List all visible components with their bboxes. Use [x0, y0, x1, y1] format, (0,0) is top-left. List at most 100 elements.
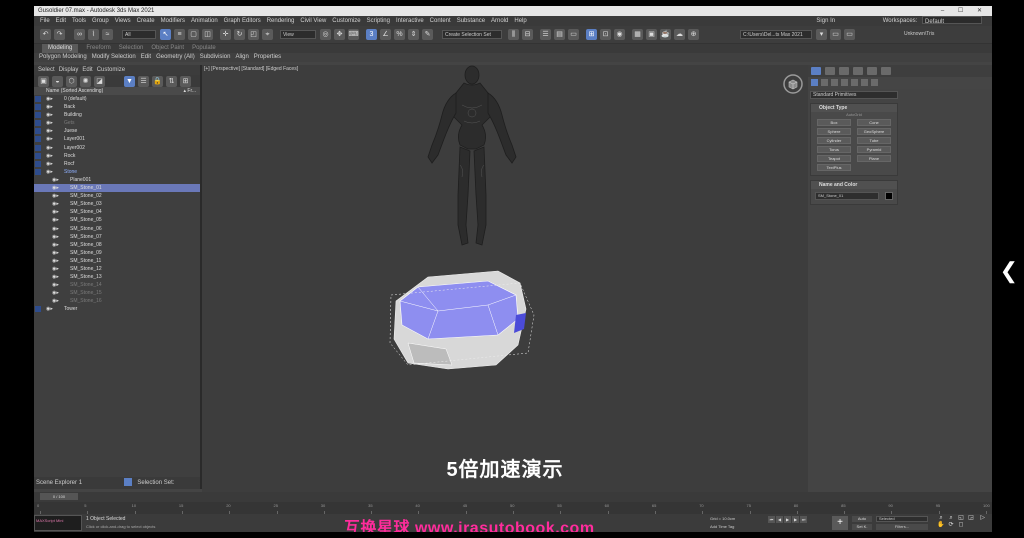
bind-spacewarp-icon[interactable]: ≈ [102, 29, 113, 40]
menu-item-file[interactable]: File [40, 16, 50, 26]
scale-icon[interactable]: ◰ [248, 29, 259, 40]
primitive-torus-button[interactable]: Torus [817, 146, 851, 153]
layer-icon[interactable] [35, 274, 41, 280]
visibility-eye-icon[interactable]: ◉▸ [52, 281, 59, 289]
explorer-row[interactable]: ◉▸ SM_Stone_13 [34, 273, 200, 281]
explorer-row[interactable]: ◉▸ SM_Stone_01 [34, 184, 200, 193]
display-lights-icon[interactable]: ✺ [80, 76, 91, 87]
visibility-eye-icon[interactable]: ◉▸ [46, 135, 53, 143]
redo-icon[interactable]: ↷ [54, 29, 65, 40]
menu-item-civil-view[interactable]: Civil View [300, 16, 326, 26]
shapes-icon[interactable] [821, 79, 828, 86]
layer-icon[interactable] [35, 290, 41, 296]
next-slide-chevron-icon[interactable]: ❮ [1000, 258, 1018, 284]
visibility-eye-icon[interactable]: ◉▸ [46, 111, 53, 119]
menu-item-help[interactable]: Help [514, 16, 526, 26]
mirror-icon[interactable]: ⫼ [508, 29, 519, 40]
pivot-icon[interactable]: ◎ [320, 29, 331, 40]
layer-icon[interactable] [35, 96, 41, 102]
explorer-row[interactable]: ◉▸ 0 (default) [34, 95, 200, 103]
display-shapes-icon[interactable]: ⬡ [66, 76, 77, 87]
layer-icon[interactable] [35, 120, 41, 127]
explorer-row[interactable]: ◉▸ SM_Stone_03 [34, 200, 200, 208]
visibility-eye-icon[interactable]: ◉▸ [52, 233, 59, 241]
goto-end-icon[interactable]: ⏭ [800, 516, 807, 523]
explorer-row[interactable]: ◉▸ SM_Stone_05 [34, 216, 200, 224]
explorer-row[interactable]: ◉▸ Building [34, 111, 200, 119]
ribbon-panel-polygon-modeling[interactable]: Polygon Modeling [39, 53, 87, 62]
object-name-field[interactable]: SM_Stone_01 [815, 192, 879, 200]
rotate-icon[interactable]: ↻ [234, 29, 245, 40]
menu-item-group[interactable]: Group [92, 16, 109, 26]
ribbon-tab-freeform[interactable]: Freeform [86, 44, 110, 53]
layer-icon[interactable] [35, 234, 41, 240]
menu-item-create[interactable]: Create [137, 16, 155, 26]
viewport-label[interactable]: [+] [Perspective] [Standard] [Edged Face… [204, 66, 298, 72]
open-folder-icon[interactable]: ▭ [830, 29, 841, 40]
menu-item-edit[interactable]: Edit [56, 16, 66, 26]
maximize-viewport-icon[interactable]: ◻ [957, 522, 965, 529]
render-icon[interactable]: ☕ [660, 29, 671, 40]
select-by-name-icon[interactable]: ≡ [174, 29, 185, 40]
display-geometry-icon[interactable]: ◒ [52, 76, 63, 87]
ribbon-tab-object-paint[interactable]: Object Paint [151, 44, 184, 53]
menu-item-substance[interactable]: Substance [457, 16, 485, 26]
explorer-row[interactable]: ◉▸ SM_Stone_12 [34, 265, 200, 273]
schematic-view-icon[interactable]: ⊡ [600, 29, 611, 40]
layer-icon[interactable] [35, 128, 41, 135]
stone-mesh[interactable] [388, 265, 538, 375]
primitive-textplus-button[interactable]: TextPlus [817, 164, 851, 171]
project-folder-icon[interactable]: ▾ [816, 29, 827, 40]
keyboard-shortcut-icon[interactable]: ⌨ [348, 29, 359, 40]
auto-key-button[interactable]: Auto [852, 516, 872, 522]
menu-item-content[interactable]: Content [430, 16, 451, 26]
maxscript-listener[interactable]: MAXScript Mini [34, 515, 82, 531]
primitive-cone-button[interactable]: Cone [857, 119, 891, 126]
rect-region-icon[interactable]: ▢ [188, 29, 199, 40]
explorer-row[interactable]: ◉▸ Back [34, 103, 200, 111]
workspace-dropdown[interactable]: Default [922, 16, 982, 25]
primitive-plane-button[interactable]: Plane [857, 155, 891, 162]
explorer-row[interactable]: ◉▸ SM_Stone_02 [34, 192, 200, 200]
visibility-eye-icon[interactable]: ◉▸ [52, 225, 59, 233]
explorer-row[interactable]: ◉▸ Layer002 [34, 144, 200, 152]
link-icon[interactable]: ∞ [74, 29, 85, 40]
time-slider[interactable]: 0 / 100 [40, 493, 78, 500]
zoom-all-icon[interactable]: ⌕ [947, 515, 955, 522]
zoom-extents-all-icon[interactable]: ◲ [967, 515, 975, 522]
render-iterative-icon[interactable]: ☁ [674, 29, 685, 40]
explorer-row[interactable]: ◉▸ SM_Stone_07 [34, 233, 200, 241]
menu-item-customize[interactable]: Customize [332, 16, 360, 26]
visibility-eye-icon[interactable]: ◉▸ [46, 168, 53, 176]
goto-start-icon[interactable]: ⏮ [768, 516, 775, 523]
pan-icon[interactable]: ✋ [937, 522, 945, 529]
save-folder-icon[interactable]: ▭ [844, 29, 855, 40]
primitive-box-button[interactable]: Box [817, 119, 851, 126]
track-bar[interactable]: 0 5 10 15 20 25 30 35 40 45 50 55 60 65 70 75 80 85 90 95 10… [34, 502, 992, 514]
placement-icon[interactable]: ⌖ [262, 29, 273, 40]
visibility-eye-icon[interactable]: ◉▸ [52, 176, 59, 184]
curve-editor-icon[interactable]: ⊞ [586, 29, 597, 40]
next-frame-icon[interactable]: ▶ [792, 516, 799, 523]
select-manipulate-icon[interactable]: ✥ [334, 29, 345, 40]
explorer-row[interactable]: ◉▸ Plane001 [34, 176, 200, 184]
layer-icon[interactable] [35, 217, 41, 223]
explorer-menu-customize[interactable]: Customize [97, 67, 125, 73]
layer-icon[interactable] [35, 242, 41, 248]
layer-icon[interactable] [35, 250, 41, 256]
primitive-tube-button[interactable]: Tube [857, 137, 891, 144]
layer-icon[interactable] [35, 152, 41, 159]
explorer-row[interactable]: ◉▸ Gets [34, 119, 200, 127]
ribbon-panel-align[interactable]: Align [235, 53, 248, 62]
filter-icon[interactable]: ▼ [124, 76, 135, 87]
explorer-name[interactable]: Scene Explorer 1 [36, 480, 82, 486]
explorer-row[interactable]: ◉▸ SM_Stone_08 [34, 241, 200, 249]
command-panel-tabs[interactable] [808, 65, 992, 77]
a360-icon[interactable]: ⊕ [688, 29, 699, 40]
ribbon-tab-modeling[interactable]: Modeling [42, 44, 79, 53]
visibility-eye-icon[interactable]: ◉▸ [46, 127, 53, 135]
fov-icon[interactable]: ▷ [979, 515, 987, 522]
layer-icon[interactable] [35, 104, 41, 111]
visibility-eye-icon[interactable]: ◉▸ [46, 160, 53, 168]
visibility-eye-icon[interactable]: ◉▸ [52, 273, 59, 281]
